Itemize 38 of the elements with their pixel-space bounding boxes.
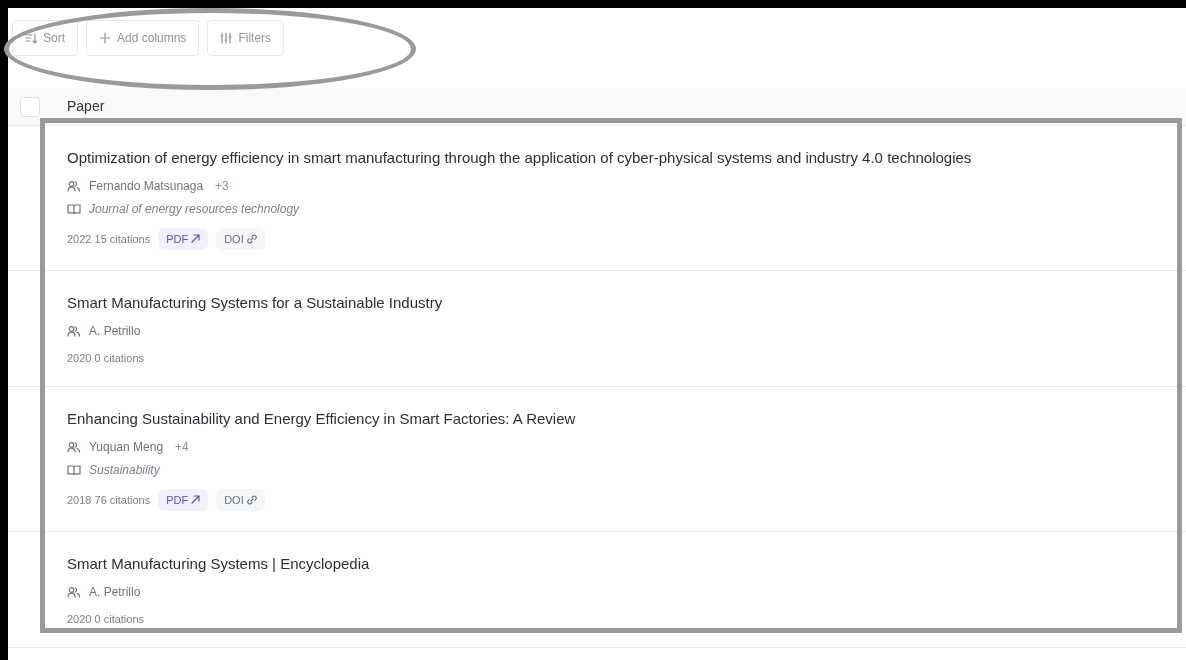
filters-button[interactable]: Filters xyxy=(207,20,285,56)
checkbox[interactable] xyxy=(20,96,40,117)
arrow-icon xyxy=(191,234,201,244)
pdf-link[interactable]: PDF xyxy=(158,227,209,250)
link-icon xyxy=(246,233,257,244)
people-icon xyxy=(67,179,81,192)
journal-name: Sustainability xyxy=(89,461,160,479)
paper-title[interactable]: Smart Manufacturing Systems for a Sustainable Industry xyxy=(67,292,1186,315)
author-name[interactable]: Fernando Matsunaga xyxy=(89,176,204,195)
sort-icon xyxy=(25,32,37,44)
people-icon xyxy=(67,324,81,337)
paper-title[interactable]: Smart Manufacturing Systems | Encyclopedia xyxy=(67,553,1186,576)
doi-link[interactable]: DOI xyxy=(216,227,265,250)
arrow-icon xyxy=(191,495,201,505)
more-authors-count[interactable]: +4 xyxy=(171,437,193,456)
sliders-icon xyxy=(220,32,233,44)
people-icon xyxy=(67,440,81,453)
publication-info: 2020 0 citations xyxy=(67,350,145,366)
pdf-link[interactable]: PDF xyxy=(158,488,209,511)
publication-info: 2020 0 citations xyxy=(67,611,145,627)
more-authors-count[interactable]: +3 xyxy=(211,176,233,195)
author-name[interactable]: Yuquan Meng xyxy=(89,437,164,456)
doi-link[interactable]: DOI xyxy=(216,488,265,511)
publication-info: 2022 15 citations xyxy=(67,231,151,247)
book-icon xyxy=(67,463,81,476)
paper-title[interactable]: Optimization of energy efficiency in smart manufacturing through the application of cyber-physical systems and industry 4.0 technologies xyxy=(67,147,1186,170)
paper-title[interactable]: Enhancing Sustainability and Energy Efficiency in Smart Factories: A Review xyxy=(67,408,1186,431)
link-icon xyxy=(246,494,257,505)
plus-icon xyxy=(99,32,111,44)
sort-button[interactable]: Sort xyxy=(12,20,78,56)
column-header: Paper xyxy=(67,97,105,116)
people-icon xyxy=(67,585,81,598)
author-name[interactable]: A. Petrillo xyxy=(89,582,141,601)
author-name[interactable]: A. Petrillo xyxy=(89,321,141,340)
book-icon xyxy=(67,202,81,215)
publication-info: 2018 76 citations xyxy=(67,492,151,508)
add-columns-button[interactable]: Add columns xyxy=(86,20,200,56)
journal-name: Journal of energy resources technology xyxy=(89,200,300,218)
